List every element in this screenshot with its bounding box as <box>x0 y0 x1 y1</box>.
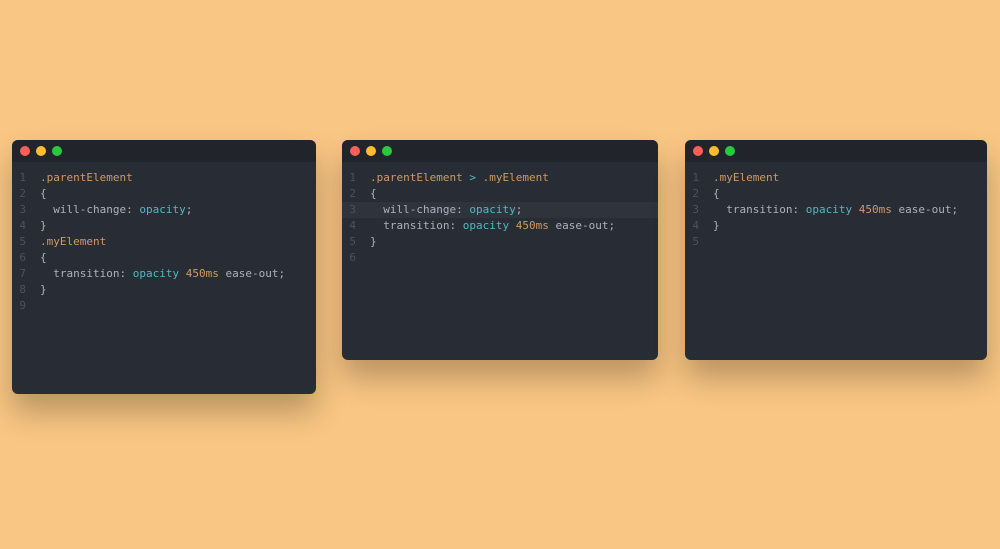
line-number: 2 <box>12 186 34 202</box>
line-source: will-change: opacity; <box>34 202 192 218</box>
traffic-light-minimize-icon[interactable] <box>366 146 376 156</box>
line-source: } <box>34 218 47 234</box>
code-line[interactable]: 1.parentElement <box>12 170 316 186</box>
window-titlebar <box>342 140 658 162</box>
code-area[interactable]: 1.parentElement2{3 will-change: opacity;… <box>12 162 316 322</box>
code-window: 1.parentElement > .myElement2{3 will-cha… <box>342 140 658 360</box>
traffic-light-zoom-icon[interactable] <box>725 146 735 156</box>
line-number: 2 <box>685 186 707 202</box>
code-line[interactable]: 4 transition: opacity 450ms ease-out; <box>342 218 658 234</box>
traffic-light-minimize-icon[interactable] <box>36 146 46 156</box>
code-window: 1.myElement2{3 transition: opacity 450ms… <box>685 140 987 360</box>
code-line[interactable]: 4} <box>685 218 987 234</box>
code-line[interactable]: 9 <box>12 298 316 314</box>
code-area[interactable]: 1.myElement2{3 transition: opacity 450ms… <box>685 162 987 258</box>
line-number: 3 <box>342 202 364 218</box>
line-number: 1 <box>342 170 364 186</box>
code-line[interactable]: 3 will-change: opacity; <box>12 202 316 218</box>
line-number: 5 <box>12 234 34 250</box>
traffic-light-minimize-icon[interactable] <box>709 146 719 156</box>
line-source: transition: opacity 450ms ease-out; <box>707 202 958 218</box>
code-line[interactable]: 5 <box>685 234 987 250</box>
traffic-light-close-icon[interactable] <box>350 146 360 156</box>
code-window: 1.parentElement2{3 will-change: opacity;… <box>12 140 316 394</box>
traffic-light-zoom-icon[interactable] <box>382 146 392 156</box>
line-number: 3 <box>12 202 34 218</box>
line-source <box>364 250 370 266</box>
line-number: 3 <box>685 202 707 218</box>
line-source: transition: opacity 450ms ease-out; <box>364 218 615 234</box>
window-titlebar <box>685 140 987 162</box>
line-number: 6 <box>12 250 34 266</box>
line-number: 5 <box>342 234 364 250</box>
line-source: } <box>34 282 47 298</box>
traffic-light-close-icon[interactable] <box>20 146 30 156</box>
code-line[interactable]: 2{ <box>685 186 987 202</box>
line-number: 9 <box>12 298 34 314</box>
code-area[interactable]: 1.parentElement > .myElement2{3 will-cha… <box>342 162 658 274</box>
line-number: 1 <box>685 170 707 186</box>
code-line[interactable]: 7 transition: opacity 450ms ease-out; <box>12 266 316 282</box>
code-line[interactable]: 4} <box>12 218 316 234</box>
traffic-light-zoom-icon[interactable] <box>52 146 62 156</box>
line-source <box>707 234 713 250</box>
line-source: { <box>34 186 47 202</box>
line-number: 8 <box>12 282 34 298</box>
line-source <box>34 298 40 314</box>
code-line[interactable]: 6{ <box>12 250 316 266</box>
line-source: .myElement <box>34 234 106 250</box>
code-line[interactable]: 6 <box>342 250 658 266</box>
code-line[interactable]: 1.myElement <box>685 170 987 186</box>
line-source: { <box>707 186 720 202</box>
code-line[interactable]: 3 transition: opacity 450ms ease-out; <box>685 202 987 218</box>
code-line[interactable]: 2{ <box>342 186 658 202</box>
code-line[interactable]: 2{ <box>12 186 316 202</box>
line-source: .parentElement > .myElement <box>364 170 549 186</box>
line-number: 4 <box>685 218 707 234</box>
line-number: 1 <box>12 170 34 186</box>
code-line[interactable]: 3 will-change: opacity; <box>342 202 658 218</box>
code-line[interactable]: 5} <box>342 234 658 250</box>
line-number: 2 <box>342 186 364 202</box>
line-number: 4 <box>342 218 364 234</box>
window-titlebar <box>12 140 316 162</box>
line-source: .parentElement <box>34 170 133 186</box>
line-source: will-change: opacity; <box>364 202 522 218</box>
line-number: 6 <box>342 250 364 266</box>
code-line[interactable]: 1.parentElement > .myElement <box>342 170 658 186</box>
code-line[interactable]: 5.myElement <box>12 234 316 250</box>
code-line[interactable]: 8} <box>12 282 316 298</box>
traffic-light-close-icon[interactable] <box>693 146 703 156</box>
line-source: } <box>707 218 720 234</box>
line-source: { <box>34 250 47 266</box>
line-number: 4 <box>12 218 34 234</box>
line-number: 7 <box>12 266 34 282</box>
stage: 1.parentElement2{3 will-change: opacity;… <box>0 0 1000 549</box>
line-source: .myElement <box>707 170 779 186</box>
line-source: { <box>364 186 377 202</box>
line-source: } <box>364 234 377 250</box>
line-source: transition: opacity 450ms ease-out; <box>34 266 285 282</box>
line-number: 5 <box>685 234 707 250</box>
